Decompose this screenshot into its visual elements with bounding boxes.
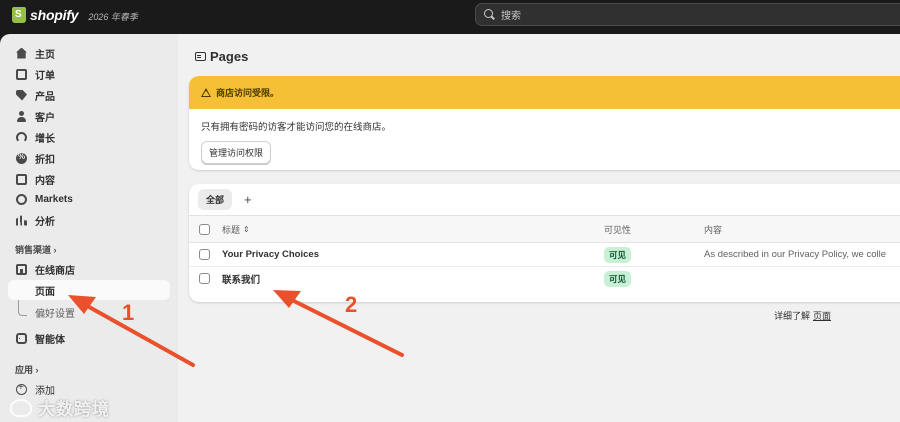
sidebar-item-label: 增长 (35, 133, 55, 145)
sidebar-item-discounts[interactable]: 折扣 (8, 148, 170, 168)
logo-text: shopify (30, 7, 79, 23)
sort-icon[interactable]: ⇕ (243, 225, 250, 234)
sidebar-item-growth[interactable]: 增长 (8, 127, 170, 147)
banner-text: 只有拥有密码的访客才能访问您的在线商店。 (201, 122, 392, 133)
content-icon (16, 173, 27, 185)
sidebar-item-label: 在线商店 (35, 265, 75, 277)
banner-heading: 商店访问受限。 (216, 88, 280, 98)
sidebar-item-agents[interactable]: 智能体 (8, 328, 170, 348)
inbox-icon (16, 68, 27, 80)
globe-icon (16, 193, 27, 205)
table-header: 标题 ⇕ 可见性 内容 (189, 215, 900, 243)
sidebar: 主页 订单 产品 客户 增长 折扣 内容 Markets 分析 销售渠道 › 在… (0, 34, 178, 422)
watermark: 大数跨境 (10, 395, 110, 420)
sidebar-item-preferences[interactable]: 偏好设置 (35, 305, 75, 320)
edition-label: 2026 年春季 (88, 11, 138, 22)
discount-icon (16, 152, 27, 164)
visibility-badge: 可见 (604, 246, 632, 263)
sidebar-item-label: 页面 (35, 286, 55, 298)
sidebar-item-label: 订单 (35, 70, 55, 82)
sidebar-item-analytics[interactable]: 分析 (8, 210, 170, 230)
shopify-bag-icon (12, 7, 26, 23)
access-banner: 商店访问受限。 只有拥有密码的访客才能访问您的在线商店。 管理访问权限 (189, 76, 900, 170)
banner-header: 商店访问受限。 (189, 76, 900, 109)
sidebar-item-label: 分析 (35, 216, 55, 228)
person-icon (16, 110, 27, 122)
agent-icon (16, 332, 27, 344)
sidebar-item-pages[interactable]: 页面 (8, 280, 170, 300)
column-content-header: 内容 (704, 224, 723, 235)
sidebar-item-content[interactable]: 内容 (8, 169, 170, 189)
table-row[interactable]: 联系我们 可见 (189, 267, 900, 291)
sidebar-item-markets[interactable]: Markets (8, 189, 170, 209)
add-view-button[interactable]: + (244, 192, 252, 207)
sidebar-item-label: 内容 (35, 175, 55, 187)
search-placeholder: 搜索 (501, 11, 521, 22)
sidebar-item-orders[interactable]: 订单 (8, 64, 170, 84)
learn-more-link[interactable]: 页面 (813, 311, 831, 321)
pages-icon (195, 52, 206, 61)
store-icon (16, 263, 27, 275)
row-visibility: 可见 (604, 243, 632, 266)
search-input[interactable]: 搜索 (475, 3, 900, 26)
learn-more: 详细了解 页面 (774, 309, 831, 322)
row-title[interactable]: 联系我们 (222, 267, 260, 291)
table-tabs: 全部 + (189, 184, 900, 215)
sidebar-item-label: 智能体 (35, 334, 65, 346)
tab-all[interactable]: 全部 (198, 189, 233, 210)
manage-access-button[interactable]: 管理访问权限 (201, 141, 272, 164)
home-icon (16, 47, 27, 59)
sidebar-item-label: 客户 (35, 112, 55, 124)
sidebar-item-label: 折扣 (35, 154, 55, 166)
shopify-logo[interactable]: shopify 2026 年春季 (12, 7, 138, 23)
plus-circle-icon (16, 382, 27, 395)
visibility-badge: 可见 (604, 271, 632, 287)
watermark-text: 大数跨境 (38, 400, 110, 419)
row-content: As described in our Privacy Policy, we c… (704, 249, 886, 260)
row-checkbox[interactable] (199, 249, 210, 260)
sidebar-item-label: 产品 (35, 91, 55, 103)
page-title: Pages (195, 49, 248, 64)
column-title-header[interactable]: 标题 ⇕ (222, 216, 250, 242)
sidebar-item-label: 主页 (35, 49, 55, 61)
column-title-label: 标题 (222, 224, 241, 235)
watermark-logo-icon (10, 398, 32, 417)
bar-chart-icon (16, 215, 27, 226)
sidebar-item-label: Markets (35, 193, 73, 205)
sidebar-item-online-store[interactable]: 在线商店 (8, 259, 170, 279)
gauge-icon (16, 131, 27, 143)
sales-channels-heading[interactable]: 销售渠道 › (15, 243, 57, 256)
row-title[interactable]: Your Privacy Choices (222, 243, 319, 266)
top-bar: shopify 2026 年春季 搜索 (0, 0, 900, 34)
warning-icon (201, 88, 211, 97)
sidebar-item-customers[interactable]: 客户 (8, 106, 170, 126)
tag-icon (16, 89, 27, 101)
column-visibility-header: 可见性 (604, 224, 632, 235)
sidebar-item-products[interactable]: 产品 (8, 85, 170, 105)
main-content: Pages 商店访问受限。 只有拥有密码的访客才能访问您的在线商店。 管理访问权… (178, 34, 900, 422)
search-icon (484, 9, 495, 20)
learn-more-text: 详细了解 (774, 311, 811, 321)
apps-heading[interactable]: 应用 › (15, 363, 39, 376)
row-checkbox[interactable] (199, 273, 210, 284)
row-visibility: 可见 (604, 267, 632, 291)
pages-table: 全部 + 标题 ⇕ 可见性 内容 Your Privacy Choices 可见… (189, 184, 900, 302)
table-row[interactable]: Your Privacy Choices 可见 As described in … (189, 243, 900, 267)
select-all-checkbox[interactable] (199, 224, 210, 235)
banner-body: 只有拥有密码的访客才能访问您的在线商店。 管理访问权限 (189, 109, 900, 170)
sidebar-item-home[interactable]: 主页 (8, 43, 170, 63)
page-title-text: Pages (210, 49, 249, 64)
